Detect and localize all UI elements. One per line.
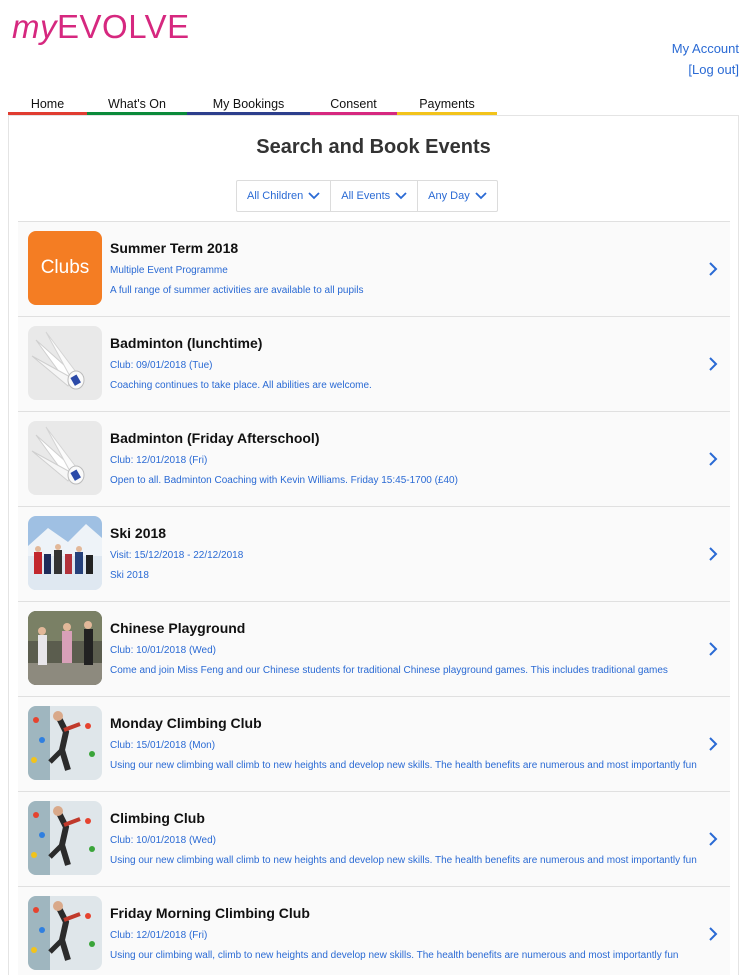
- event-description: Coaching continues to take place. All ab…: [110, 380, 372, 391]
- chevron-right-icon[interactable]: [708, 832, 718, 846]
- filter-events-label: All Events: [341, 190, 391, 202]
- page-title: Search and Book Events: [256, 136, 491, 158]
- event-row[interactable]: Ski 2018 Visit: 15/12/2018 - 22/12/2018 Sk…: [18, 506, 730, 601]
- event-title: Ski 2018: [110, 525, 167, 541]
- event-description: Using our climbing wall, climb to new he…: [110, 950, 679, 961]
- event-row[interactable]: Clubs Summer Term 2018 Multiple Event Prog…: [18, 221, 730, 316]
- chevron-right-icon[interactable]: [708, 737, 718, 751]
- event-description: Using our new climbing wall climb to new…: [110, 760, 697, 771]
- tab-payments[interactable]: Payments: [397, 96, 497, 116]
- event-title: Summer Term 2018: [110, 240, 239, 256]
- event-subtitle: Club: 15/01/2018 (Mon): [110, 740, 216, 751]
- chevron-down-icon: [475, 192, 487, 200]
- my-account-link[interactable]: My Account: [672, 38, 739, 59]
- filter-children[interactable]: All Children: [237, 181, 332, 211]
- tab-whats-on[interactable]: What's On: [87, 96, 187, 116]
- chevron-down-icon: [395, 192, 407, 200]
- chevron-right-icon[interactable]: [708, 452, 718, 466]
- event-description: Ski 2018: [110, 570, 149, 581]
- event-title: Friday Morning Climbing Club: [110, 905, 310, 921]
- logo-suffix: EVOLVE: [57, 8, 190, 45]
- event-subtitle: Club: 09/01/2018 (Tue): [110, 360, 213, 371]
- event-description: Open to all. Badminton Coaching with Kev…: [110, 475, 458, 486]
- tab-consent[interactable]: Consent: [310, 96, 397, 116]
- filter-day[interactable]: Any Day: [418, 181, 497, 211]
- event-title: Chinese Playground: [110, 620, 246, 636]
- filter-day-label: Any Day: [428, 190, 470, 202]
- event-row[interactable]: Friday Morning Climbing Club Club: 12/01/…: [18, 886, 730, 975]
- climbing-thumbnail: [28, 896, 102, 970]
- chevron-right-icon[interactable]: [708, 642, 718, 656]
- event-subtitle: Visit: 15/12/2018 - 22/12/2018: [110, 550, 244, 561]
- event-subtitle: Club: 12/01/2018 (Fri): [110, 455, 208, 466]
- event-row[interactable]: Monday Climbing Club Club: 15/01/2018 (Mo…: [18, 696, 730, 791]
- playground-thumbnail: [28, 611, 102, 685]
- event-title: Badminton (Friday Afterschool): [110, 430, 320, 446]
- climbing-thumbnail: [28, 801, 102, 875]
- chevron-right-icon[interactable]: [708, 357, 718, 371]
- event-description: Come and join Miss Feng and our Chinese …: [110, 665, 668, 676]
- filter-children-label: All Children: [247, 190, 304, 202]
- event-title: Climbing Club: [110, 810, 205, 826]
- main-nav: Home What's On My Bookings Consent Payme…: [8, 96, 497, 116]
- chevron-right-icon[interactable]: [708, 262, 718, 276]
- filter-bar: All Children All Events Any Day: [236, 180, 498, 212]
- events-panel: Search and Book Events All Children All …: [8, 115, 739, 975]
- climbing-thumbnail: [28, 706, 102, 780]
- event-row[interactable]: Badminton (lunchtime) Club: 09/01/2018 (T…: [18, 316, 730, 411]
- account-links: My Account [Log out]: [672, 38, 739, 80]
- app-logo[interactable]: myEVOLVE: [12, 8, 190, 46]
- tab-my-bookings[interactable]: My Bookings: [187, 96, 310, 116]
- chevron-right-icon[interactable]: [708, 927, 718, 941]
- chevron-down-icon: [308, 192, 320, 200]
- event-thumbnail: Clubs: [28, 231, 102, 305]
- event-subtitle: Club: 10/01/2018 (Wed): [110, 645, 216, 656]
- logout-link[interactable]: [Log out]: [672, 59, 739, 80]
- event-row[interactable]: Climbing Club Club: 10/01/2018 (Wed) Using…: [18, 791, 730, 886]
- logo-prefix: my: [12, 8, 57, 45]
- event-row[interactable]: Chinese Playground Club: 10/01/2018 (Wed)…: [18, 601, 730, 696]
- event-description: Using our new climbing wall climb to new…: [110, 855, 697, 866]
- event-subtitle: Club: 12/01/2018 (Fri): [110, 930, 208, 941]
- filter-events[interactable]: All Events: [331, 181, 419, 211]
- ski-thumbnail: [28, 516, 102, 590]
- event-title: Badminton (lunchtime): [110, 335, 263, 351]
- chevron-right-icon[interactable]: [708, 547, 718, 561]
- event-description: A full range of summer activities are av…: [110, 285, 364, 296]
- event-subtitle: Club: 10/01/2018 (Wed): [110, 835, 216, 846]
- event-subtitle: Multiple Event Programme: [110, 265, 228, 276]
- event-title: Monday Climbing Club: [110, 715, 262, 731]
- event-list: Clubs Summer Term 2018 Multiple Event Prog…: [18, 221, 730, 975]
- shuttlecock-thumbnail: [28, 326, 102, 400]
- shuttlecock-thumbnail: [28, 421, 102, 495]
- event-row[interactable]: Badminton (Friday Afterschool) Club: 12/0…: [18, 411, 730, 506]
- tab-home[interactable]: Home: [8, 96, 87, 116]
